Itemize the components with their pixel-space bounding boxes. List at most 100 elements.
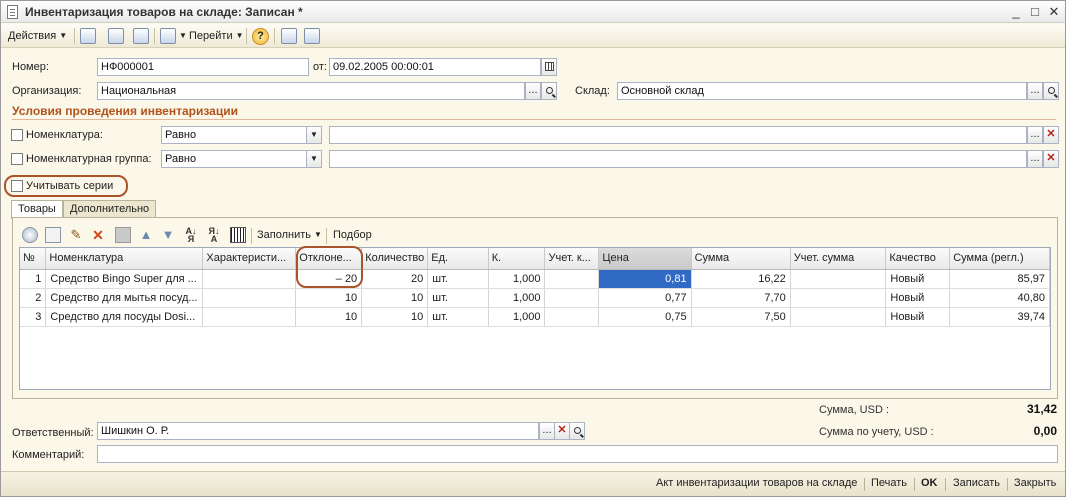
table-cell[interactable]: 0,75 [598, 307, 692, 327]
nomenclature-operator-dropdown[interactable]: ▼ [306, 126, 322, 144]
group-value-field[interactable] [329, 150, 1027, 168]
responsible-open-button[interactable] [569, 422, 585, 440]
table-cell[interactable]: Новый [885, 288, 951, 308]
barcode-icon[interactable] [230, 227, 246, 243]
column-header[interactable]: Учет. сумма [790, 248, 887, 270]
table-cell[interactable]: 2 [20, 288, 47, 308]
close-button[interactable]: Закрыть [1014, 477, 1056, 489]
goto-menu[interactable]: Перейти ▼ [189, 27, 244, 45]
table-cell[interactable]: 1,000 [488, 307, 546, 327]
column-header[interactable]: Сумма [691, 248, 791, 270]
organization-field[interactable]: Национальная [97, 82, 525, 100]
nomenclature-clear-button[interactable]: ✕ [1043, 126, 1059, 144]
delete-icon[interactable]: ✕ [90, 227, 106, 243]
table-cell[interactable]: шт. [427, 269, 489, 289]
column-header[interactable]: Учет. к... [544, 248, 600, 270]
table-cell[interactable]: 1,000 [488, 269, 546, 289]
warehouse-select-button[interactable]: ... [1027, 82, 1043, 100]
nomenclature-operator-select[interactable]: Равно [161, 126, 307, 144]
organization-open-button[interactable] [541, 82, 557, 100]
table-cell[interactable]: 1,000 [488, 288, 546, 308]
warehouse-open-button[interactable] [1043, 82, 1059, 100]
table-cell[interactable]: 10 [361, 307, 429, 327]
print-button[interactable]: Печать [871, 477, 907, 489]
table-cell[interactable]: шт. [427, 307, 489, 327]
table-cell[interactable] [544, 307, 600, 327]
group-clear-button[interactable]: ✕ [1043, 150, 1059, 168]
responsible-select-button[interactable]: ... [539, 422, 555, 440]
column-header[interactable]: Характеристи... [202, 248, 297, 270]
table-row[interactable]: 2 Средство для мытья посуд... 10 10 шт. … [20, 288, 1050, 308]
table-cell[interactable]: 10 [295, 288, 363, 308]
table-cell[interactable]: 1 [20, 269, 47, 289]
nomenclature-checkbox[interactable] [11, 129, 23, 141]
goods-table[interactable]: № Номенклатура Характеристи... Отклоне..… [19, 247, 1051, 390]
responsible-field[interactable]: Шишкин О. Р. [97, 422, 539, 440]
table-row[interactable]: 1 Средство Bingo Super для ... – 20 20 ш… [20, 269, 1050, 289]
group-operator-select[interactable]: Равно [161, 150, 307, 168]
actions-menu[interactable]: Действия ▼ [8, 27, 67, 45]
table-cell[interactable] [790, 288, 887, 308]
group-select-button[interactable]: ... [1027, 150, 1043, 168]
column-header[interactable]: Сумма (регл.) [949, 248, 1050, 270]
column-header[interactable]: Количество [361, 248, 429, 270]
table-cell[interactable]: 10 [361, 288, 429, 308]
group-operator-dropdown[interactable]: ▼ [306, 150, 322, 168]
nomenclature-select-button[interactable]: ... [1027, 126, 1043, 144]
save-button[interactable]: Записать [953, 477, 1000, 489]
sort-desc-icon[interactable]: Я↓ A [206, 227, 222, 244]
tab-additional[interactable]: Дополнительно [63, 200, 157, 218]
nomenclature-value-field[interactable] [329, 126, 1027, 144]
select-button[interactable]: Подбор [333, 229, 372, 241]
warehouse-field[interactable]: Основной склад [617, 82, 1027, 100]
table-cell[interactable]: 16,22 [691, 269, 791, 289]
column-header[interactable]: Номенклатура [45, 248, 204, 270]
arrow-down-icon[interactable]: ▼ [160, 227, 176, 243]
table-cell[interactable] [790, 269, 887, 289]
column-header[interactable]: № [20, 248, 47, 270]
date-field[interactable]: 09.02.2005 00:00:01 [329, 58, 541, 76]
copy-document-icon[interactable] [133, 28, 149, 44]
organization-select-button[interactable]: ... [525, 82, 541, 100]
table-cell[interactable]: 40,80 [949, 288, 1050, 308]
series-checkbox[interactable] [11, 180, 23, 192]
post-document-icon[interactable] [80, 28, 96, 44]
comment-field[interactable] [97, 445, 1058, 463]
table-cell[interactable]: Средство для посуды Dosi... [45, 307, 204, 327]
arrow-up-icon[interactable]: ▲ [138, 227, 154, 243]
table-cell[interactable]: Новый [885, 307, 951, 327]
table-cell[interactable]: 85,97 [949, 269, 1050, 289]
column-header[interactable]: Качество [885, 248, 951, 270]
add-row-icon[interactable] [22, 227, 38, 243]
minimize-button[interactable]: _ [1008, 4, 1024, 20]
column-header[interactable]: Ед. [427, 248, 489, 270]
help-button[interactable]: ? [252, 28, 269, 45]
table-cell[interactable]: 3 [20, 307, 47, 327]
table-cell[interactable]: Средство для мытья посуд... [45, 288, 204, 308]
table-cell[interactable]: 10 [295, 307, 363, 327]
list-view-icon[interactable] [281, 28, 297, 44]
table-cell[interactable] [544, 288, 600, 308]
inventory-report-button[interactable]: Акт инвентаризации товаров на складе [656, 477, 857, 489]
close-window-button[interactable]: ✕ [1046, 4, 1062, 20]
based-on-dropdown[interactable]: ▼ [176, 27, 187, 45]
table-cell[interactable]: 7,50 [691, 307, 791, 327]
column-header[interactable]: Цена [598, 248, 692, 270]
table-cell[interactable]: Новый [885, 269, 951, 289]
table-row[interactable]: 3 Средство для посуды Dosi... 10 10 шт. … [20, 307, 1050, 327]
based-on-icon[interactable] [160, 28, 176, 44]
structure-view-icon[interactable] [304, 28, 320, 44]
table-cell[interactable]: шт. [427, 288, 489, 308]
column-header[interactable]: К. [488, 248, 546, 270]
sort-asc-icon[interactable]: A↓ Я [183, 227, 199, 244]
table-cell[interactable] [790, 307, 887, 327]
edit-icon[interactable]: ✎ [68, 227, 84, 243]
fill-menu[interactable]: Заполнить ▼ [257, 229, 322, 241]
table-cell[interactable]: Средство Bingo Super для ... [45, 269, 204, 289]
responsible-clear-button[interactable]: ✕ [554, 422, 570, 440]
copy-row-icon[interactable] [45, 227, 61, 243]
refresh-icon[interactable] [108, 28, 124, 44]
calendar-button[interactable] [541, 58, 557, 76]
table-cell[interactable] [202, 269, 297, 289]
table-cell[interactable]: 39,74 [949, 307, 1050, 327]
